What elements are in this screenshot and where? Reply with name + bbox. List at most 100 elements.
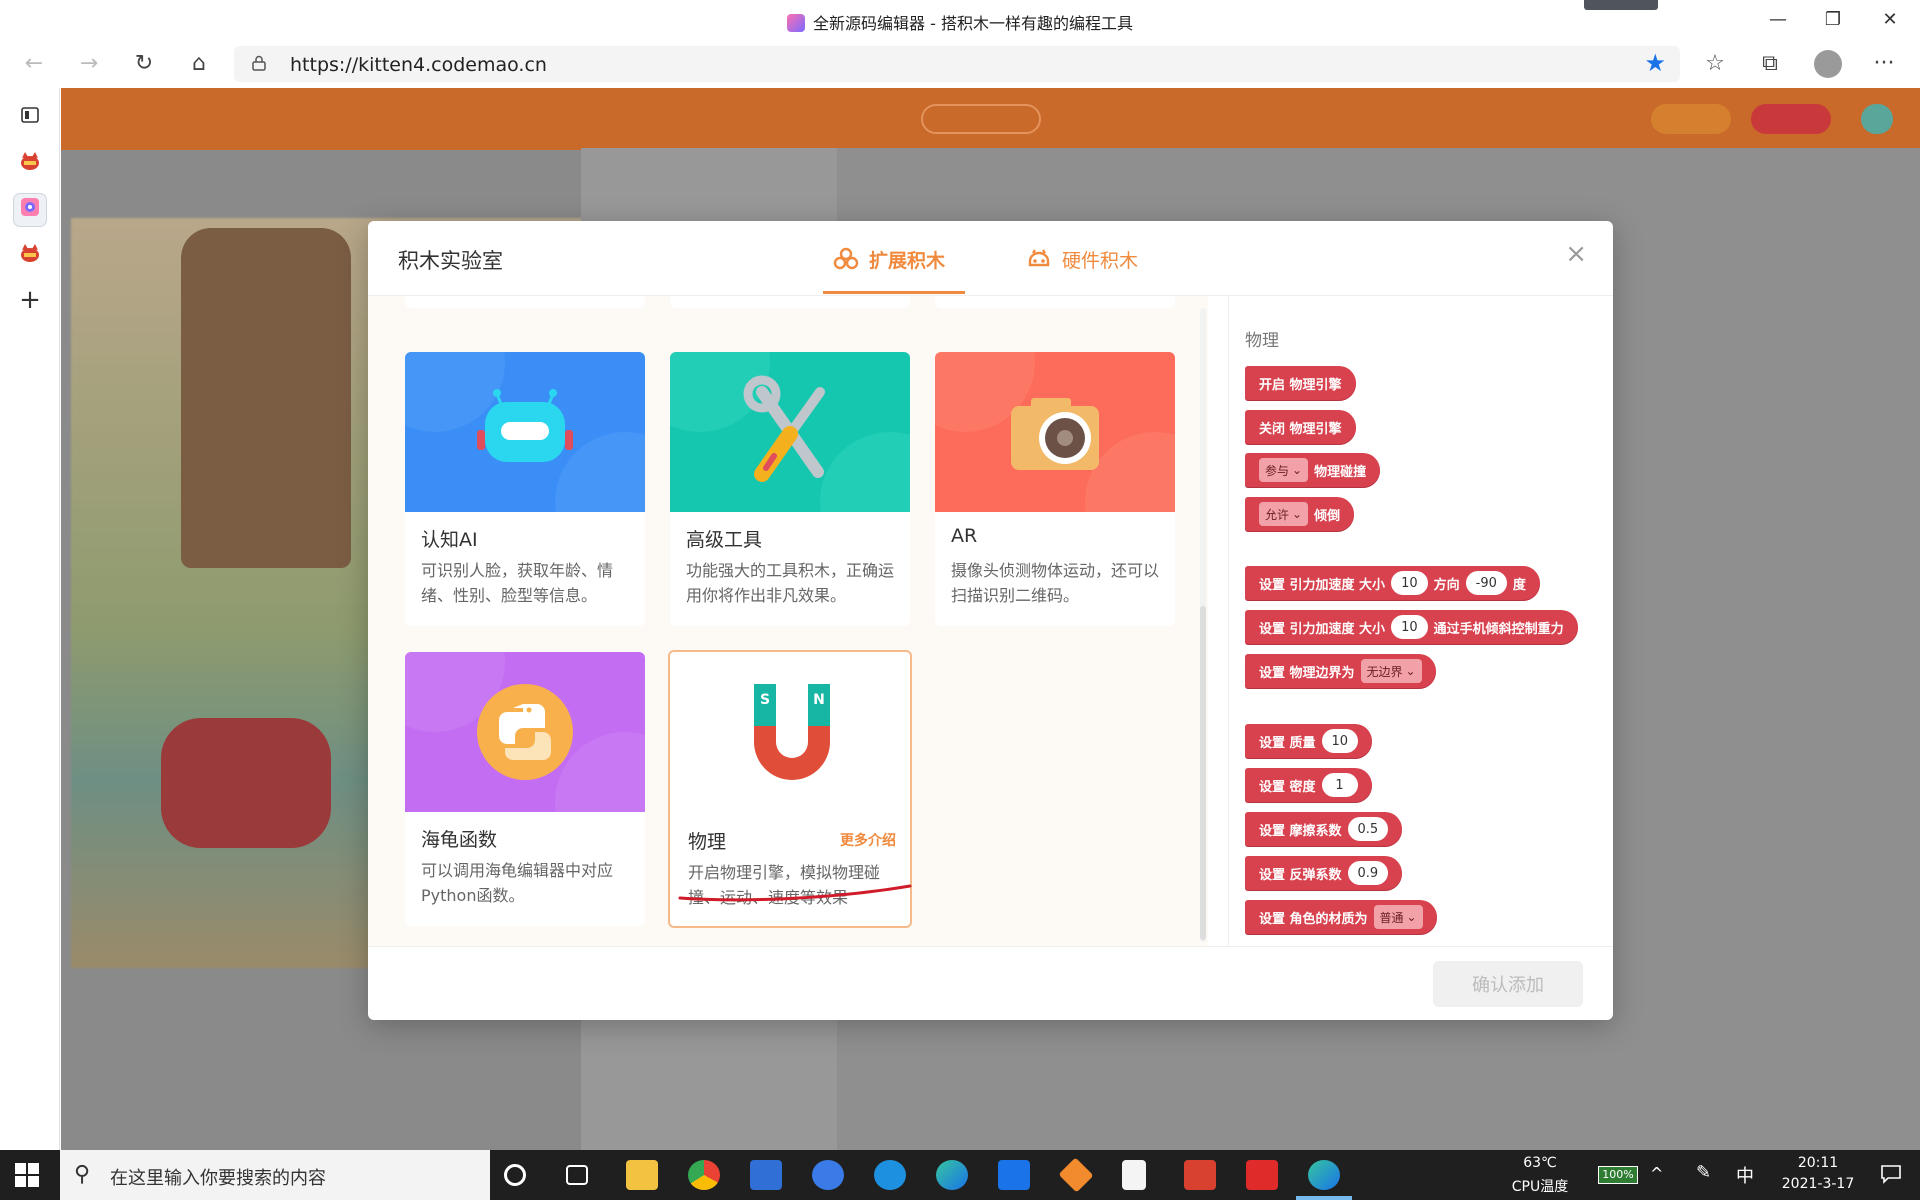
- file-explorer-icon[interactable]: [626, 1160, 658, 1190]
- windows-taskbar: ⚲ 在这里输入你要搜索的内容 63℃ CPU温度 100% ^ ✎ 中 20:1…: [0, 1150, 1920, 1200]
- search-icon: ⚲: [74, 1162, 91, 1187]
- card-stub: [670, 296, 910, 308]
- tab-codemao-1[interactable]: [14, 148, 46, 180]
- card-description: 功能强大的工具积木，正确运用你将作出非凡效果。: [686, 561, 895, 605]
- minimize-button[interactable]: —: [1760, 6, 1796, 34]
- edge-active-icon[interactable]: [1308, 1160, 1340, 1190]
- block-set-material: 设置 角色的材质为 普通 ⌄: [1245, 900, 1437, 934]
- codemao-cat-icon: [21, 152, 39, 170]
- card-description: 可以调用海龟编辑器中对应Python函数。: [421, 861, 614, 905]
- magnet-icon: S N: [754, 684, 830, 780]
- tip-dropdown: 允许 ⌄: [1259, 502, 1309, 526]
- task-view-icon[interactable]: [566, 1165, 588, 1185]
- block-enable-physics: 开启 物理引擎: [1245, 366, 1356, 400]
- robot-icon: [405, 352, 645, 572]
- tab-hardware-label: 硬件积木: [1062, 249, 1139, 272]
- extension-blocks-icon: [833, 247, 859, 270]
- tab-actions-icon[interactable]: [14, 102, 46, 134]
- cortana-icon[interactable]: [504, 1164, 526, 1186]
- mail-icon[interactable]: [998, 1160, 1030, 1190]
- tab-panel-icon: [21, 107, 39, 123]
- extension-card-grid: 认知AI 可识别人脸，获取年龄、情绪、性别、脸型等信息。 高级工具 功能强大的工…: [368, 296, 1208, 946]
- restitution-value: 0.9: [1347, 861, 1389, 885]
- new-tab-button[interactable]: +: [14, 284, 46, 316]
- dialog-body: 认知AI 可识别人脸，获取年龄、情绪、性别、脸型等信息。 高级工具 功能强大的工…: [368, 295, 1613, 946]
- more-info-link[interactable]: 更多介绍: [840, 830, 896, 850]
- more-menu-icon[interactable]: ···: [1866, 48, 1902, 80]
- favorites-list-icon[interactable]: ☆: [1697, 48, 1733, 80]
- address-bar[interactable]: https://kitten4.codemao.cn ★: [234, 46, 1680, 82]
- chrome-icon[interactable]: [688, 1160, 720, 1190]
- direction-value: -90: [1465, 571, 1507, 595]
- tools-icon: [670, 352, 910, 572]
- dialog-footer: 确认添加: [368, 946, 1613, 1020]
- ime-indicator[interactable]: 中: [1736, 1150, 1764, 1200]
- card-stub: [405, 296, 645, 308]
- material-dropdown: 普通 ⌄: [1373, 905, 1423, 929]
- windows-start-icon[interactable]: [14, 1162, 40, 1188]
- maximize-button[interactable]: ❐: [1815, 6, 1851, 34]
- forward-button[interactable]: →: [71, 48, 107, 80]
- card-image: [935, 352, 1175, 572]
- header-avatar: [1861, 104, 1893, 134]
- close-dialog-icon[interactable]: ×: [1565, 239, 1587, 269]
- card-turtle-functions[interactable]: 海龟函数 可以调用海龟编辑器中对应Python函数。: [405, 652, 645, 926]
- card-title: 海龟函数: [421, 829, 498, 851]
- confirm-add-button[interactable]: 确认添加: [1433, 961, 1583, 1007]
- lock-icon: [252, 55, 266, 71]
- block-physics-collision: 参与 ⌄ 物理碰撞: [1245, 453, 1381, 487]
- card-title: 高级工具: [686, 529, 763, 551]
- tab-hardware-blocks[interactable]: 硬件积木: [1026, 241, 1138, 277]
- pen-icon[interactable]: ✎: [1696, 1150, 1724, 1200]
- internet-explorer-icon[interactable]: [874, 1160, 906, 1190]
- battery-indicator[interactable]: 100%: [1584, 1150, 1640, 1200]
- blocks-heading: 物理: [1245, 331, 1279, 351]
- block-gravity-direction: 设置 引力加速度 大小 10 方向 -90 度: [1245, 566, 1540, 600]
- density-value: 1: [1321, 773, 1358, 797]
- taskbar-search-placeholder: 在这里输入你要搜索的内容: [110, 1168, 326, 1189]
- header-button: [1651, 104, 1731, 134]
- favorite-star-icon[interactable]: ★: [1644, 49, 1666, 77]
- thumbnail-preview: [1584, 0, 1658, 10]
- window-title: 全新源码编辑器 - 搭积木一样有趣的编程工具: [0, 10, 1920, 34]
- app-l-icon[interactable]: [812, 1160, 844, 1190]
- chevron-down-icon: ⌄: [1292, 463, 1303, 477]
- taskbar-search-box[interactable]: ⚲ 在这里输入你要搜索的内容: [60, 1150, 490, 1200]
- app-diamond-icon[interactable]: [1058, 1157, 1094, 1193]
- chevron-down-icon: ⌄: [1406, 910, 1417, 924]
- study-app-icon[interactable]: [1246, 1160, 1278, 1190]
- cards-scrollbar-thumb[interactable]: [1200, 606, 1206, 940]
- chevron-down-icon: ⌄: [1405, 664, 1416, 678]
- home-button[interactable]: ⌂: [181, 48, 217, 80]
- collections-icon[interactable]: ⧉: [1752, 48, 1788, 80]
- clock[interactable]: 20:11 2021-3-17: [1768, 1150, 1868, 1200]
- card-cognitive-ai[interactable]: 认知AI 可识别人脸，获取年龄、情绪、性别、脸型等信息。: [405, 352, 645, 626]
- block-gravity-tilt: 设置 引力加速度 大小 10 通过手机倾斜控制重力: [1245, 610, 1578, 644]
- tab-kitten-editor[interactable]: [14, 194, 46, 226]
- back-button[interactable]: ←: [16, 48, 52, 80]
- reload-button[interactable]: ↻: [126, 48, 162, 80]
- store-icon[interactable]: [750, 1160, 782, 1190]
- stage-tree: [181, 228, 351, 568]
- show-hidden-icons[interactable]: ^: [1650, 1150, 1678, 1200]
- url-text[interactable]: https://kitten4.codemao.cn: [290, 54, 547, 76]
- header-button: [1751, 104, 1831, 134]
- notifications-icon[interactable]: [1876, 1150, 1906, 1200]
- edge-icon[interactable]: [936, 1160, 968, 1190]
- stage-character: [161, 718, 331, 848]
- card-title: AR: [951, 525, 978, 547]
- card-ar[interactable]: AR 摄像头侦测物体运动，还可以扫描识别二维码。: [935, 352, 1175, 626]
- tab-extension-blocks[interactable]: 扩展积木: [833, 241, 945, 277]
- document-icon[interactable]: [1122, 1160, 1146, 1190]
- card-description: 摄像头侦测物体运动，还可以扫描识别二维码。: [951, 561, 1160, 605]
- magnet-n-label: N: [813, 692, 825, 708]
- card-description: 可识别人脸，获取年龄、情绪、性别、脸型等信息。: [421, 561, 614, 605]
- codemao-taskbar-icon[interactable]: [1184, 1160, 1216, 1190]
- red-underline-annotation: [678, 884, 912, 902]
- profile-avatar[interactable]: [1814, 50, 1842, 78]
- card-advanced-tools[interactable]: 高级工具 功能强大的工具积木，正确运用你将作出非凡效果。: [670, 352, 910, 626]
- app-icon: [787, 14, 806, 32]
- block-lab-dialog: 积木实验室 × 扩展积木 硬件积木 认知AI 可识别人脸，获取年龄、情绪、性别、…: [368, 221, 1613, 1020]
- tab-codemao-2[interactable]: [14, 240, 46, 272]
- close-window-button[interactable]: ✕: [1872, 6, 1908, 34]
